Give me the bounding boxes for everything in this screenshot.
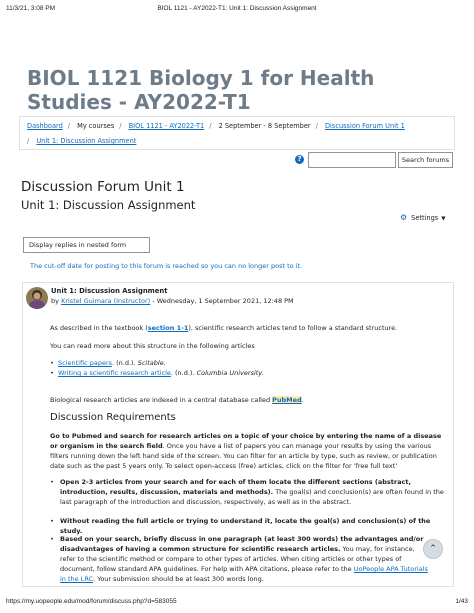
post-paragraph-structure: As described in the textbook (section 1-… [50,324,398,332]
scientific-papers-link[interactable]: Scientific papers [58,359,112,367]
gear-icon: ⚙ [400,213,408,222]
requirements-intro: Go to Pubmed and search for research art… [50,432,442,470]
list-item: • Scientific papers. (n.d.). Scitable. [50,359,166,367]
breadcrumb-week: 2 September - 8 September [218,122,311,130]
section-link[interactable]: section 1-1 [148,324,189,332]
back-to-top-button[interactable]: ⌃ [423,539,443,559]
breadcrumb: Dashboard / My courses / BIOL 1121 - AY202… [19,116,455,150]
help-icon[interactable]: ? [295,155,304,164]
pubmed-link[interactable]: PubMed [272,396,302,404]
avatar[interactable] [26,287,48,309]
breadcrumb-course[interactable]: BIOL 1121 - AY2022-T1 [129,122,205,130]
list-item: • Writing a scientific research article. … [50,369,264,377]
post-paragraph-read-more: You can read more about this structure i… [50,342,255,350]
post-author-link[interactable]: Kristel Guimara (Instructor) [61,297,150,305]
breadcrumb-dashboard[interactable]: Dashboard [27,122,63,130]
course-title: BIOL 1121 Biology 1 for Health Studies -… [27,66,375,114]
settings-menu[interactable]: ⚙ Settings ▼ [400,213,445,222]
print-page-title: BIOL 1121 - AY2022-T1: Unit 1: Discussio… [157,5,317,12]
cutoff-notice: The cut-off date for posting to this for… [30,262,303,270]
post-subject: Unit 1: Discussion Assignment [51,287,168,295]
discussion-title: Unit 1: Discussion Assignment [21,198,196,212]
print-header: 11/3/21, 3:08 PM BIOL 1121 - AY2022-T1: … [6,5,468,15]
search-forums-button[interactable]: Search forums [398,152,453,168]
post-paragraph-pubmed: Biological research articles are indexed… [50,396,304,404]
writing-article-link[interactable]: Writing a scientific research article [58,369,171,377]
print-footer: https://my.uopeople.edu/mod/forum/discus… [6,598,468,608]
print-page-number: 1/43 [455,598,468,605]
post-date: - Wednesday, 1 September 2021, 12:48 PM [152,297,294,305]
search-input[interactable] [308,152,396,168]
arrow-up-icon: ⌃ [429,544,437,554]
forum-title: Discussion Forum Unit 1 [21,179,185,195]
breadcrumb-discussion[interactable]: Unit 1: Discussion Assignment [36,137,136,145]
print-url: https://my.uopeople.edu/mod/forum/discus… [6,598,177,605]
requirements-heading: Discussion Requirements [50,412,176,423]
breadcrumb-forum[interactable]: Discussion Forum Unit 1 [325,122,405,130]
display-mode-select[interactable]: Display replies in nested form [23,237,150,253]
breadcrumb-my-courses: My courses [77,122,115,130]
post-byline: by Kristel Guimara (Instructor) - Wednes… [51,297,294,305]
caret-down-icon: ▼ [441,216,446,222]
settings-label: Settings [411,214,439,222]
